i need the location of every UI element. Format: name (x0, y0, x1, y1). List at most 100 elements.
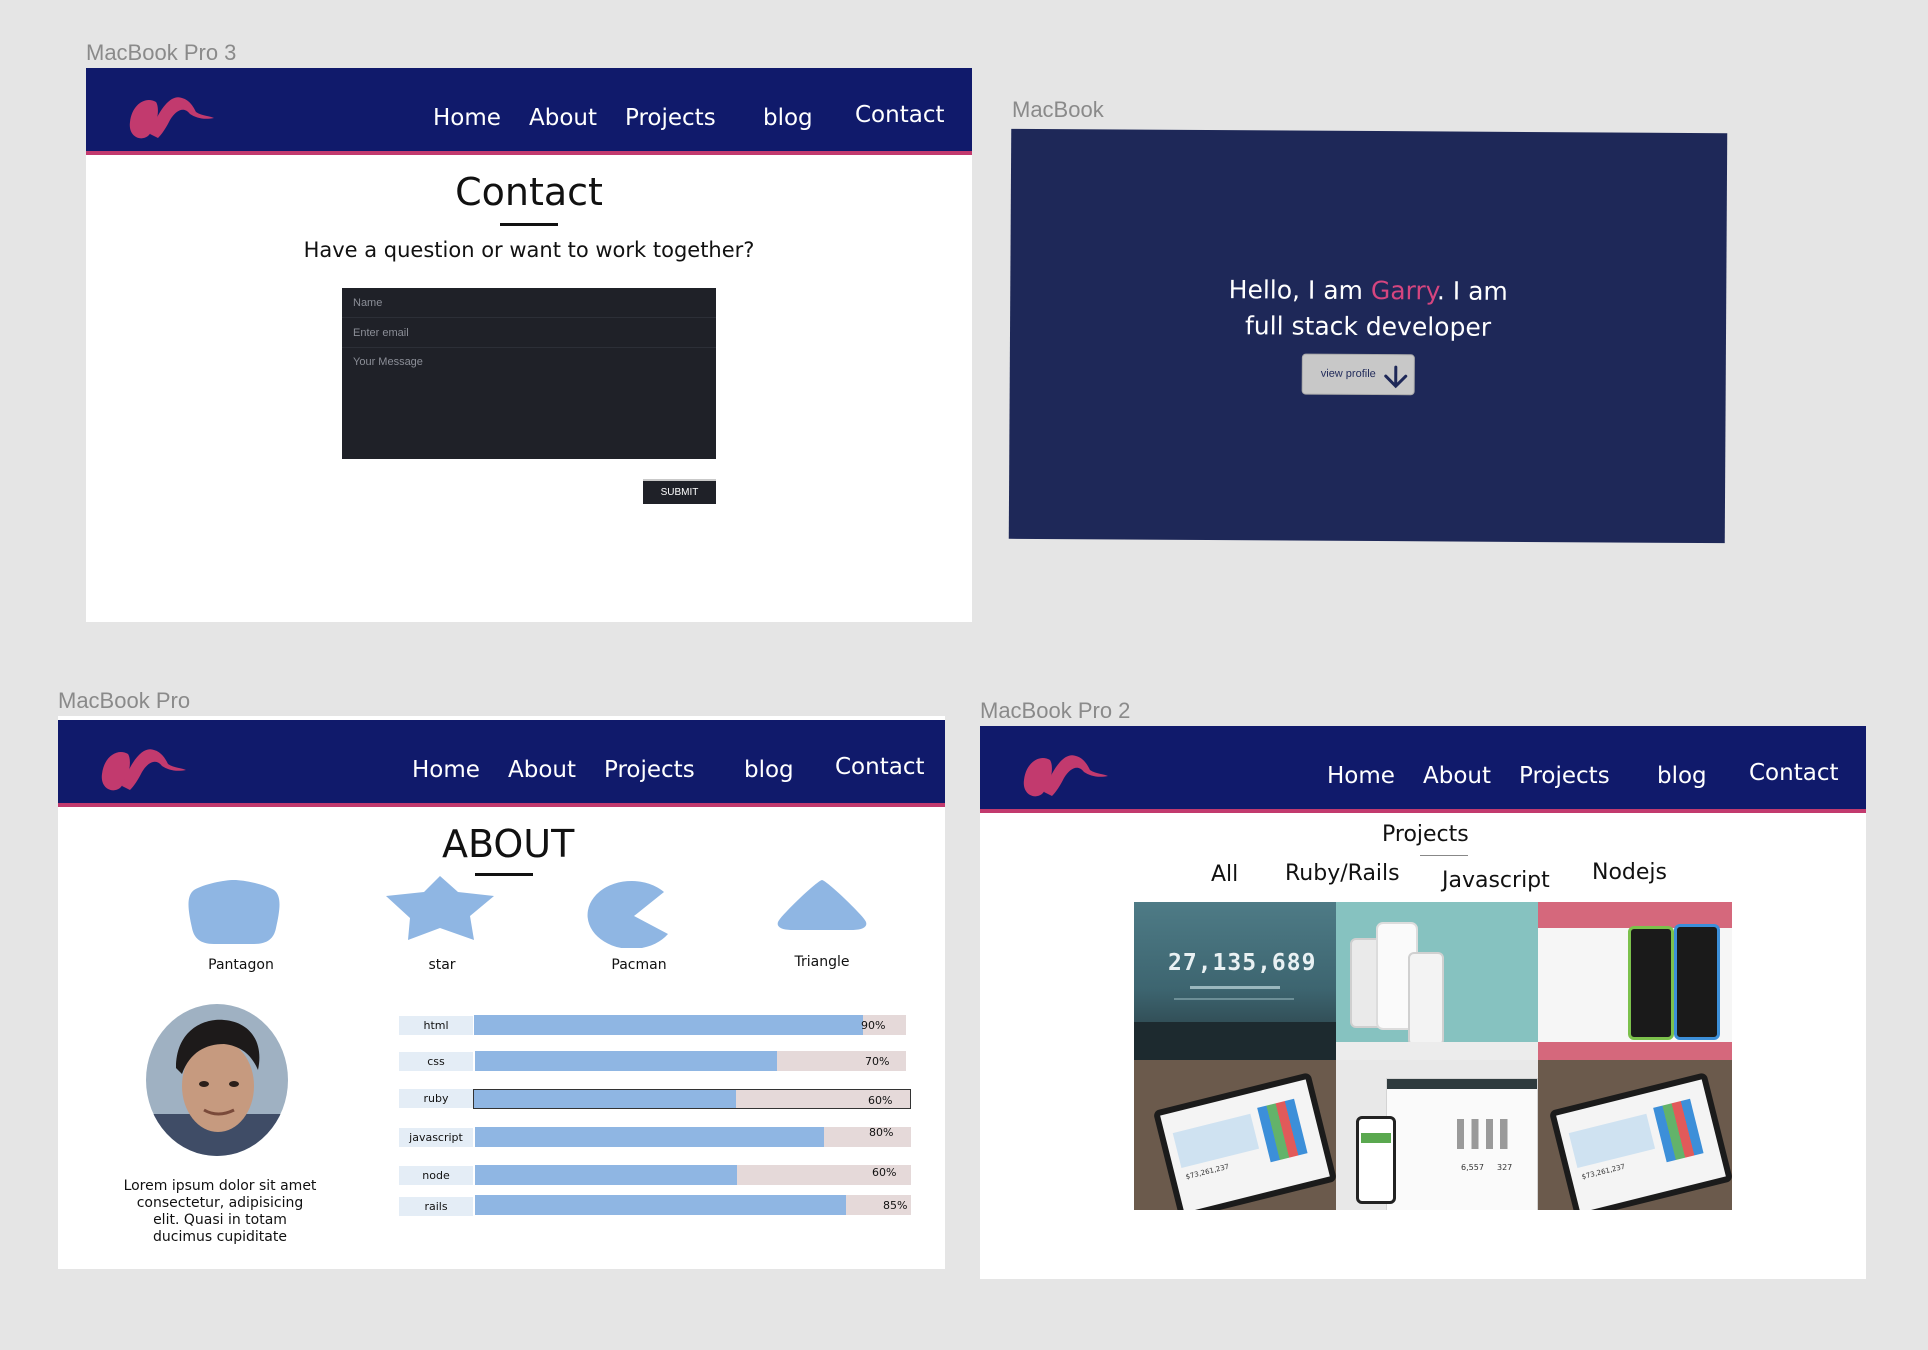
arrow-down-icon (1384, 365, 1408, 389)
dashboard-mock: 6,557 327 (1386, 1078, 1538, 1210)
frame-label: MacBook Pro 3 (86, 40, 237, 65)
skill-bar (475, 1127, 911, 1147)
nav-contact[interactable]: Contact (835, 754, 924, 780)
hero-heading: Hello, I am Garry. I am full stack devel… (1010, 271, 1726, 347)
nav-home[interactable]: Home (412, 757, 480, 783)
tablet-mock: $73,261,237 (1152, 1072, 1336, 1210)
thumb-line (1190, 986, 1280, 989)
logo-icon (1023, 755, 1108, 797)
hero-name: Garry (1370, 276, 1438, 306)
page-title: Contact (455, 170, 603, 214)
filter-nodejs[interactable]: Nodejs (1592, 860, 1667, 885)
phone-mock (1674, 924, 1720, 1040)
skill-label: rails (399, 1197, 473, 1216)
thumb-line (1174, 998, 1294, 1000)
nav-blog[interactable]: blog (744, 757, 794, 783)
nav-contact[interactable]: Contact (855, 102, 944, 128)
skill-fill (475, 1165, 737, 1185)
filter-javascript[interactable]: Javascript (1442, 868, 1550, 893)
view-profile-button[interactable]: view profile (1301, 353, 1415, 396)
skill-label: node (399, 1166, 473, 1185)
skill-fill (475, 1127, 824, 1147)
tracker-value: 327 (1497, 1163, 1513, 1172)
hero-line1-end: . I am (1436, 276, 1508, 306)
skill-bar (473, 1089, 911, 1109)
nav-about[interactable]: About (508, 757, 576, 783)
title-underline (1420, 855, 1468, 856)
avatar (146, 1004, 288, 1156)
skill-bar (475, 1051, 906, 1071)
phone-mock (1356, 1116, 1396, 1204)
skill-percent: 60% (872, 1166, 897, 1179)
shape-label: Pantagon (208, 957, 274, 973)
pentagon-icon (188, 880, 280, 944)
phone-mock (1408, 952, 1444, 1046)
shape-label: Pacman (611, 957, 667, 973)
project-thumb-tracker[interactable]: 6,557 327 (1336, 1060, 1538, 1210)
hero-greeting: Hello, I am (1228, 275, 1371, 306)
about-frame: Home About Projects blog Contact ABOUT P… (58, 716, 945, 1269)
skill-label: css (399, 1052, 473, 1071)
skill-fill (475, 1195, 846, 1215)
phone-mock (1628, 926, 1674, 1040)
skill-bar (475, 1195, 911, 1215)
skill-percent: 80% (869, 1126, 894, 1139)
nav-projects[interactable]: Projects (604, 757, 695, 783)
name-field[interactable] (342, 288, 716, 318)
filter-ruby-rails[interactable]: Ruby/Rails (1285, 861, 1400, 886)
title-underline (500, 223, 558, 226)
page-subtitle: Have a question or want to work together… (303, 238, 755, 262)
nav-contact[interactable]: Contact (1749, 760, 1838, 786)
skill-percent: 60% (868, 1094, 893, 1107)
submit-button[interactable]: SUBMIT (643, 479, 716, 504)
nav-projects[interactable]: Projects (625, 105, 716, 131)
tablet-chart (1172, 1113, 1260, 1169)
frame-label: MacBook Pro (58, 688, 191, 713)
skill-label: html (399, 1016, 473, 1035)
projects-frame: Home About Projects blog Contact Project… (980, 726, 1866, 1279)
thumb-floor (1336, 1042, 1538, 1060)
project-thumb-showcase[interactable] (1336, 902, 1538, 1060)
star-icon (386, 876, 494, 940)
tracker-value: 6,557 (1461, 1163, 1484, 1172)
skill-label: ruby (399, 1089, 473, 1108)
contact-form (342, 288, 716, 459)
phone-screen-band (1361, 1133, 1391, 1143)
logo-icon (101, 749, 186, 791)
email-field[interactable] (342, 318, 716, 348)
nav-about[interactable]: About (1423, 763, 1491, 789)
nav-projects[interactable]: Projects (1519, 763, 1610, 789)
tablet-chart (1568, 1113, 1656, 1169)
tablet-bars (1257, 1098, 1308, 1163)
navbar: Home About Projects blog Contact (86, 68, 972, 155)
nav-home[interactable]: Home (1327, 763, 1395, 789)
pacman-icon (587, 880, 668, 948)
nav-blog[interactable]: blog (763, 105, 813, 131)
nav-about[interactable]: About (529, 105, 597, 131)
hero-frame: Hello, I am Garry. I am full stack devel… (1008, 128, 1728, 544)
frame-label: MacBook Pro 2 (980, 698, 1131, 723)
skill-bar (474, 1015, 906, 1035)
hero-role: full stack developer (1244, 311, 1492, 342)
dashboard-bars (1457, 1119, 1517, 1149)
skill-fill (474, 1015, 863, 1035)
tablet-bars (1653, 1098, 1704, 1163)
project-thumb-counter[interactable]: 27,135,689 (1134, 902, 1336, 1060)
frame-label: MacBook (1012, 97, 1104, 122)
counter-text: 27,135,689 (1168, 950, 1317, 976)
triangle-icon (777, 880, 867, 930)
project-thumb-phone[interactable] (1538, 902, 1732, 1060)
page-title: ABOUT (442, 822, 575, 866)
filter-all[interactable]: All (1211, 862, 1238, 887)
skill-percent: 85% (883, 1199, 908, 1212)
skill-fill (475, 1051, 777, 1071)
view-profile-label: view profile (1320, 367, 1376, 381)
nav-home[interactable]: Home (433, 105, 501, 131)
project-thumb-tablet-2[interactable]: $73,261,237 (1538, 1060, 1732, 1210)
project-thumb-tablet[interactable]: $73,261,237 (1134, 1060, 1336, 1210)
thumb-city (1134, 1022, 1336, 1060)
message-field[interactable] (342, 348, 716, 459)
thumb-band (1538, 1042, 1732, 1060)
nav-blog[interactable]: blog (1657, 763, 1707, 789)
skill-label: javascript (399, 1128, 473, 1147)
